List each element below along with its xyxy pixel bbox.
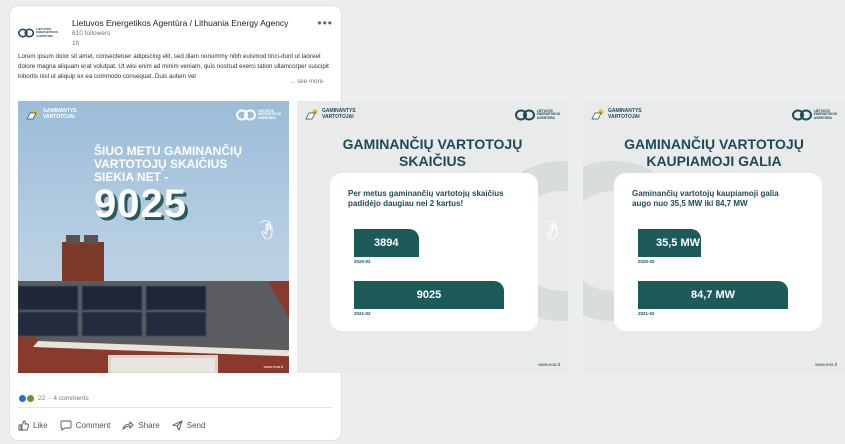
solar-panel-icon	[26, 109, 39, 120]
lea-logo-icon	[514, 109, 535, 121]
like-button[interactable]: Like	[18, 420, 48, 431]
company-name-link[interactable]: Lietuvos Energetikos Agentūra / Lithuani…	[72, 18, 288, 28]
see-more-link[interactable]: ... see more	[290, 78, 323, 85]
slide1-url: www.ena.lt	[263, 364, 283, 369]
post-actions: Like Comment Share Send	[18, 420, 205, 431]
bar-2020-02: 3894	[354, 229, 419, 257]
swipe-hand-icon	[544, 220, 558, 240]
company-logo-text: LIETUVOS ENERGETIKOS AGENTŪRA	[36, 26, 58, 38]
slide2-title: GAMINANČIŲ VARTOTOJŲ SKAIČIUS	[342, 136, 523, 169]
actions-divider	[18, 407, 332, 408]
post-time: 1h	[72, 40, 80, 47]
bar-value-label: 35,5 MW	[656, 237, 701, 249]
bar-date-label: 2020-02	[638, 259, 655, 264]
more-options-button[interactable]: •••	[317, 16, 333, 30]
slide3-url: www.ena.lt	[815, 362, 837, 367]
bar-date-label: 2021-02	[354, 311, 371, 316]
share-icon	[122, 420, 135, 431]
gaminantys-logo: GAMINANTYS VARTOTOJAI	[305, 108, 356, 120]
share-button[interactable]: Share	[122, 420, 160, 431]
reactions-separator: ·	[48, 394, 51, 402]
followers-count: 610 followers	[72, 30, 111, 37]
chimney-pot	[84, 235, 98, 244]
gaminantys-logo: GAMINANTYS VARTOTOJAI	[26, 108, 77, 120]
lea-logo-icon	[791, 109, 812, 121]
bar-2020-02: 35,5 MW	[638, 229, 701, 257]
lea-logo: LIETUVOS ENERGETIKOS AGENTŪRA	[514, 109, 560, 121]
slide2-panel: Per metus gaminančių vartotojų skaičius …	[330, 173, 538, 331]
share-label: Share	[138, 421, 160, 430]
slide3-panel-text: Gaminančių vartotojų kaupiamoji galia au…	[632, 189, 779, 208]
swipe-hand-icon	[259, 220, 273, 240]
comment-label: Comment	[75, 421, 111, 430]
bar-date-label: 2020-02	[354, 259, 371, 264]
comment-icon	[60, 420, 72, 431]
comment-button[interactable]: Comment	[60, 420, 111, 431]
reactions-count: 22	[38, 394, 46, 402]
slide1-heading: ŠIUO METU GAMINANČIŲ VARTOTOJŲ SKAIČIUS …	[94, 144, 242, 184]
lea-logo: LIETUVOS ENERGETIKOS AGENTŪRA	[235, 109, 281, 121]
solar-panel-icon	[305, 109, 318, 120]
bar-value-label: 84,7 MW	[690, 289, 735, 301]
bar-2021-02: 9025	[354, 281, 504, 309]
bar-date-label: 2021-02	[638, 311, 655, 316]
post-header: LIETUVOS ENERGETIKOS AGENTŪRA Lietuvos E…	[18, 16, 333, 56]
house-window	[108, 355, 218, 373]
reactions-summary[interactable]: 22 · 4 comments	[18, 392, 89, 404]
like-label: Like	[33, 421, 48, 430]
carousel-slide-3[interactable]: GAMINANTYS VARTOTOJAI LIETUVOS ENERGETIK…	[583, 101, 845, 373]
solar-panel-icon	[591, 109, 604, 120]
company-logo[interactable]: LIETUVOS ENERGETIKOS AGENTŪRA	[18, 22, 58, 44]
slide2-url: www.ena.lt	[538, 362, 560, 367]
comments-count[interactable]: 4 comments	[53, 395, 88, 402]
carousel-slide-2[interactable]: GAMINANTYS VARTOTOJAI LIETUVOS ENERGETIK…	[297, 101, 568, 373]
send-button[interactable]: Send	[171, 420, 206, 431]
lea-logo-icon	[18, 28, 35, 38]
post-body-text: Lorem ipsum dolor sit amet, consectetuer…	[18, 53, 329, 80]
celebrate-reaction-icon	[26, 393, 35, 403]
lea-logo: LIETUVOS ENERGETIKOS AGENTŪRA	[791, 109, 837, 121]
send-icon	[171, 420, 183, 431]
bar-value-label: 9025	[416, 289, 442, 301]
slide2-panel-text: Per metus gaminančių vartotojų skaičius …	[348, 189, 504, 208]
slide3-title: GAMINANČIŲ VARTOTOJŲ KAUPIAMOJI GALIA	[624, 136, 804, 169]
thumbs-up-icon	[18, 420, 29, 431]
slide3-panel: Gaminančių vartotojų kaupiamoji galia au…	[614, 173, 822, 331]
lea-logo-icon	[235, 109, 256, 121]
bar-2021-02: 84,7 MW	[638, 281, 788, 309]
carousel-slide-1[interactable]: GAMINANTYS VARTOTOJAI LIETUVOS ENERGETIK…	[18, 101, 289, 373]
slide1-big-number: 9025	[94, 182, 187, 226]
chimney-pot	[66, 235, 80, 244]
bar-value-label: 3894	[374, 237, 399, 249]
gaminantys-logo: GAMINANTYS VARTOTOJAI	[591, 108, 642, 120]
send-label: Send	[186, 421, 206, 430]
